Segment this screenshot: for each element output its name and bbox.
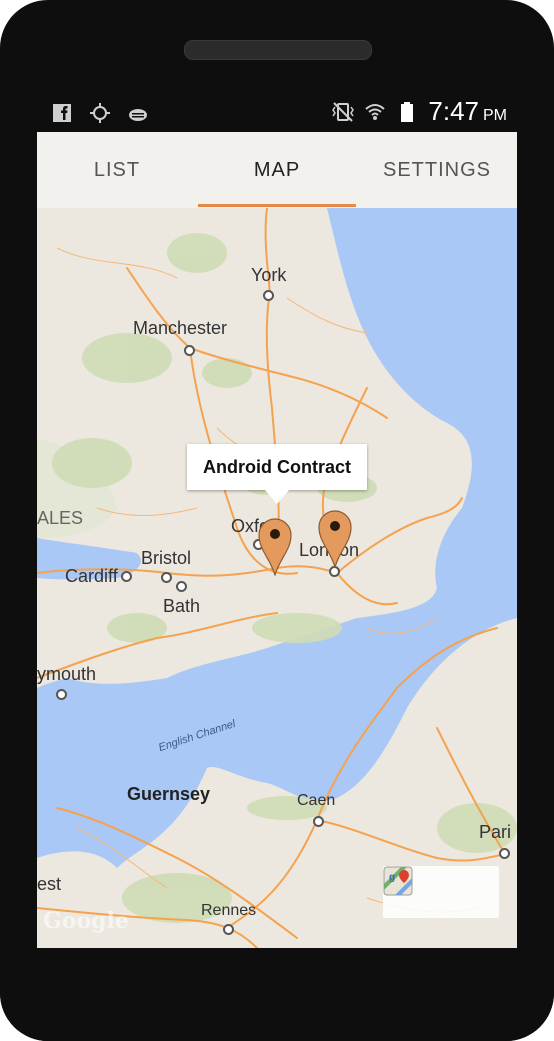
map-view[interactable]: York Manchester ALES Oxfo London Bristol… — [37, 208, 517, 948]
marker-info-window[interactable]: Android Contract — [187, 444, 367, 490]
label-manchester: Manchester — [133, 318, 228, 338]
vibrate-icon — [332, 101, 355, 122]
battery-icon — [401, 101, 414, 122]
facebook-icon — [53, 104, 71, 122]
info-window-tail — [265, 490, 289, 504]
status-bar: 7:47 PM — [37, 94, 517, 132]
label-bristol: Bristol — [141, 548, 192, 568]
city-dot-bath — [176, 581, 187, 592]
tab-bar: LIST MAP SETTINGS — [37, 132, 517, 209]
map-marker-pin[interactable] — [258, 518, 292, 576]
city-dot-rennes — [223, 924, 234, 935]
label-caen: Caen — [297, 792, 336, 809]
city-dot-plymouth — [56, 689, 67, 700]
tab-settings[interactable]: SETTINGS — [357, 132, 517, 208]
android-debug-icon — [129, 109, 147, 121]
label-york: York — [251, 265, 287, 285]
speaker-grille — [184, 40, 372, 60]
active-tab-indicator — [198, 204, 356, 207]
clock-time: 7:47 — [428, 96, 479, 126]
gps-icon — [90, 103, 110, 123]
city-dot-york — [263, 290, 274, 301]
map-toolbar: g — [383, 866, 499, 918]
label-plymouth: ymouth — [37, 664, 97, 684]
city-dot-bristol — [161, 572, 172, 583]
google-watermark: Google — [43, 908, 129, 934]
tab-list[interactable]: LIST — [37, 132, 197, 208]
label-paris: Pari — [479, 822, 512, 842]
tab-map[interactable]: MAP — [197, 132, 357, 208]
map-marker-pin[interactable] — [318, 510, 352, 568]
city-dot-cardiff — [121, 571, 132, 582]
clock-ampm: PM — [483, 107, 507, 124]
label-guernsey: Guernsey — [127, 784, 211, 804]
svg-text:g: g — [389, 872, 395, 883]
city-dot-manchester — [184, 345, 195, 356]
open-maps-button[interactable]: g — [383, 866, 499, 918]
city-dot-caen — [313, 816, 324, 827]
label-rennes: Rennes — [201, 902, 257, 919]
label-cardiff: Cardiff — [65, 566, 118, 586]
label-brest: est — [37, 874, 62, 894]
label-wales: ALES — [37, 508, 84, 528]
label-bath: Bath — [163, 596, 201, 616]
phone-frame: 7:47 PM LIST MAP SETTINGS York Mancheste… — [0, 0, 554, 1041]
city-dot-paris — [499, 848, 510, 859]
google-maps-icon: g — [383, 866, 413, 896]
bottom-bezel — [0, 948, 554, 1041]
wifi-icon — [365, 103, 386, 120]
